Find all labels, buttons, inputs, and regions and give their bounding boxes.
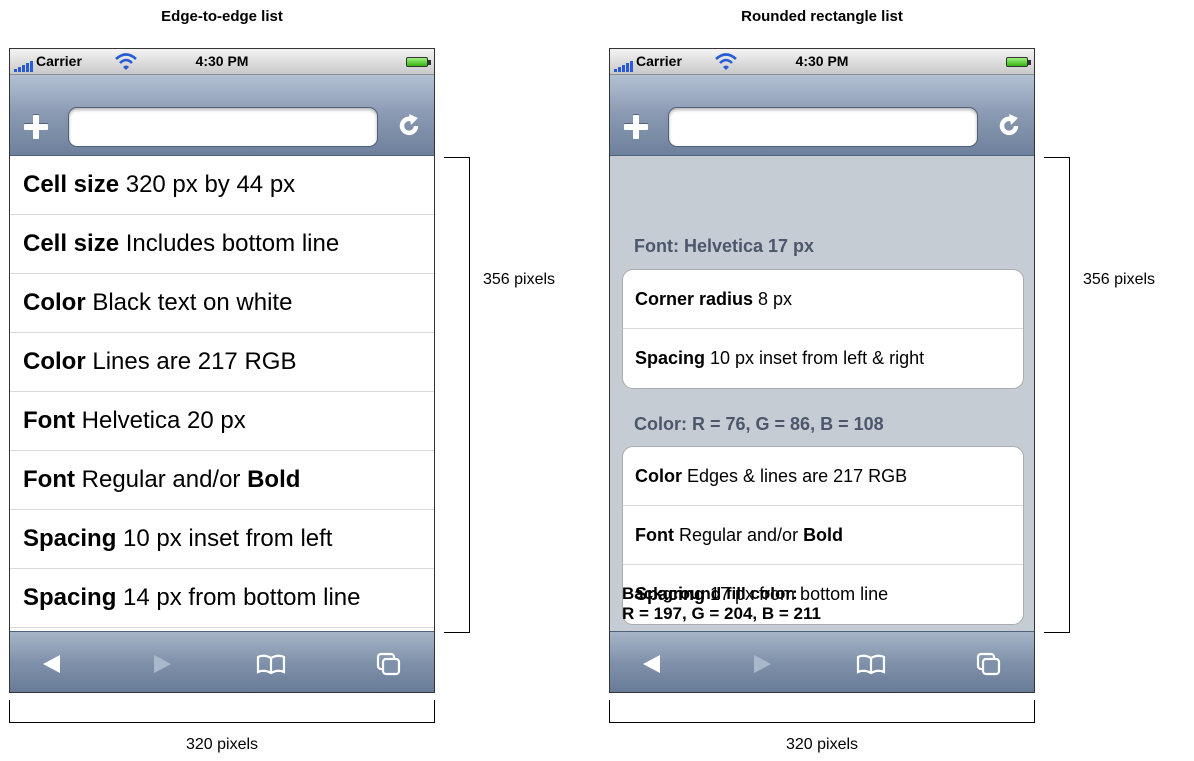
- forward-arrow-icon[interactable]: [150, 652, 174, 676]
- battery-icon: [1006, 57, 1031, 67]
- list-row[interactable]: Font Regular and/or Bold: [10, 451, 434, 510]
- width-label: 320 pixels: [185, 736, 259, 753]
- pages-icon[interactable]: [376, 652, 402, 676]
- pages-icon[interactable]: [976, 652, 1002, 676]
- row-bold-text: Bold: [247, 466, 301, 493]
- group-header: Color: R = 76, G = 86, B = 108: [634, 414, 884, 434]
- browser-tabbar: [10, 631, 434, 692]
- width-bracket: [9, 700, 435, 723]
- list-row[interactable]: Color Black text on white: [10, 274, 434, 333]
- group-header: Font: Helvetica 17 px: [634, 236, 815, 256]
- address-field[interactable]: [668, 107, 978, 147]
- row-title: Spacing: [23, 584, 117, 611]
- reload-icon[interactable]: [396, 113, 422, 139]
- list-row[interactable]: Font Regular and/or Bold: [623, 506, 1023, 565]
- add-icon[interactable]: [624, 115, 648, 139]
- row-title: Cell size: [23, 171, 120, 198]
- right-caption: Rounded rectangle list: [741, 8, 903, 25]
- width-label: 320 pixels: [785, 736, 859, 753]
- right-phone: Carrier 4:30 PM Font: Helvetica 17 px Co…: [609, 48, 1035, 693]
- browser-toolbar: [610, 75, 1034, 156]
- list-row[interactable]: Font Helvetica 20 px: [10, 392, 434, 451]
- height-bracket: [444, 157, 470, 633]
- status-time: 4:30 PM: [195, 53, 249, 69]
- row-bold-text: Bold: [803, 525, 844, 545]
- row-title: Font: [635, 525, 674, 545]
- left-phone: Carrier 4:30 PM Cell size 320 px by 44 p…: [9, 48, 435, 693]
- back-arrow-icon[interactable]: [640, 652, 664, 676]
- list-row[interactable]: Spacing 10 px inset from left: [10, 510, 434, 569]
- back-arrow-icon[interactable]: [40, 652, 64, 676]
- row-text: 10 px inset from left: [116, 525, 333, 552]
- edge-to-edge-list: Cell size 320 px by 44 px Cell size Incl…: [10, 156, 434, 631]
- row-title: Font: [23, 466, 75, 493]
- row-title: Spacing: [23, 525, 117, 552]
- width-bracket: [609, 700, 1035, 723]
- background-fill-note-line2: R = 197, G = 204, B = 211: [622, 604, 821, 623]
- row-text: Edges & lines are 217 RGB: [682, 466, 908, 486]
- rounded-group: Corner radius 8 px Spacing 10 px inset f…: [622, 269, 1024, 389]
- row-text: Regular and/or: [74, 466, 248, 493]
- bookmarks-icon[interactable]: [256, 652, 286, 676]
- list-row[interactable]: Color Lines are 217 RGB: [10, 333, 434, 392]
- browser-toolbar: [10, 75, 434, 156]
- background-fill-note-line1: Background fill color:: [622, 584, 798, 603]
- status-bar: Carrier 4:30 PM: [610, 49, 1034, 75]
- row-title: Color: [23, 348, 86, 375]
- row-text: 320 px by 44 px: [119, 171, 296, 198]
- browser-tabbar: [610, 631, 1034, 692]
- row-text: 10 px inset from left & right: [705, 348, 925, 368]
- row-title: Cell size: [23, 230, 120, 257]
- list-row[interactable]: Corner radius 8 px: [623, 270, 1023, 329]
- list-row[interactable]: Color Edges & lines are 217 RGB: [623, 447, 1023, 506]
- list-row[interactable]: Cell size Includes bottom line: [10, 215, 434, 274]
- row-text: Black text on white: [85, 289, 293, 316]
- left-caption: Edge-to-edge list: [161, 8, 283, 25]
- bookmarks-icon[interactable]: [856, 652, 886, 676]
- reload-icon[interactable]: [996, 113, 1022, 139]
- row-text: Helvetica 20 px: [74, 407, 246, 434]
- list-row[interactable]: Spacing 10 px inset from left & right: [623, 329, 1023, 388]
- row-title: Font: [23, 407, 75, 434]
- battery-icon: [406, 57, 431, 67]
- row-title: Color: [23, 289, 86, 316]
- row-title: Color: [635, 466, 682, 486]
- forward-arrow-icon[interactable]: [750, 652, 774, 676]
- row-title: Corner radius: [635, 289, 754, 309]
- row-title: Spacing: [635, 348, 706, 368]
- list-row[interactable]: Spacing 14 px from bottom line: [10, 569, 434, 628]
- row-text: 14 px from bottom line: [116, 584, 361, 611]
- height-label: 356 pixels: [483, 271, 556, 288]
- status-time: 4:30 PM: [795, 53, 849, 69]
- background-fill-note: Background fill color: R = 197, G = 204,…: [622, 584, 821, 624]
- height-label: 356 pixels: [1083, 271, 1156, 288]
- row-text: 8 px: [753, 289, 793, 309]
- rounded-rectangle-list: Font: Helvetica 17 px Corner radius 8 px…: [610, 156, 1034, 631]
- list-row[interactable]: Cell size 320 px by 44 px: [10, 156, 434, 215]
- address-field[interactable]: [68, 107, 378, 147]
- row-text: Includes bottom line: [119, 230, 340, 257]
- row-text: Regular and/or: [673, 525, 804, 545]
- height-bracket: [1044, 157, 1070, 633]
- status-bar: Carrier 4:30 PM: [10, 49, 434, 75]
- row-text: Lines are 217 RGB: [85, 348, 297, 375]
- add-icon[interactable]: [24, 115, 48, 139]
